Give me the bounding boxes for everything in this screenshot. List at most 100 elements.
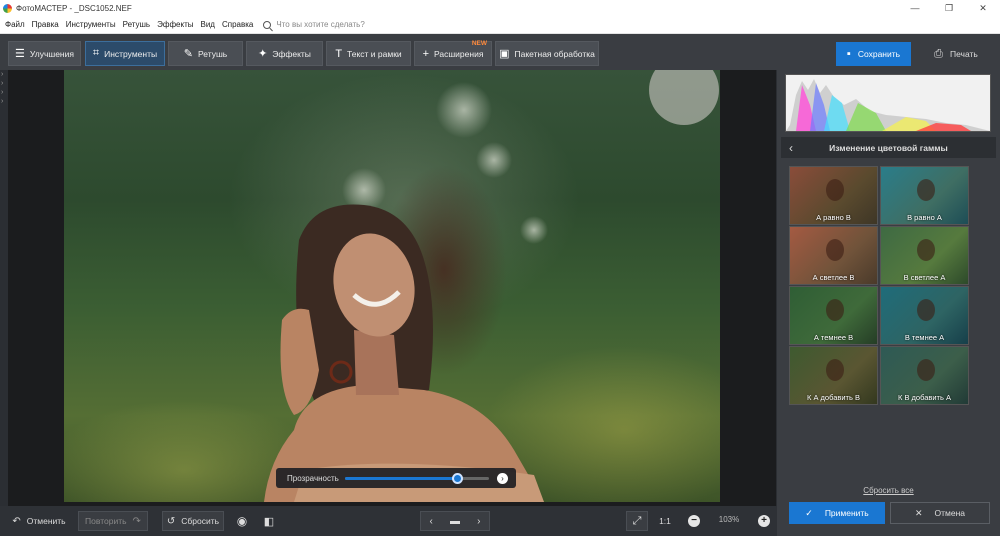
menu-retouch[interactable]: Ретушь — [123, 20, 151, 29]
opacity-label: Прозрачность — [287, 473, 339, 483]
tab-tools[interactable]: ⌗ Инструменты — [85, 41, 165, 66]
brush-icon: ✎ — [183, 48, 193, 60]
preset-b-equals-a[interactable]: В равно А — [880, 166, 969, 225]
zoom-1-1-button[interactable]: 1:1 — [654, 511, 676, 531]
preset-a-equals-b[interactable]: А равно В — [789, 166, 878, 225]
tab-label: Пакетная обработка — [514, 48, 595, 59]
tab-batch-processing[interactable]: ▣ Пакетная обработка — [495, 41, 599, 66]
reset-button[interactable]: ↺ Сбросить — [162, 511, 224, 531]
cancel-button[interactable]: ✕ Отмена — [890, 502, 990, 524]
left-collapse-strip: › › › › — [0, 70, 8, 506]
redo-button[interactable]: Повторить ↷ — [78, 511, 148, 531]
close-icon: ✕ — [914, 507, 923, 518]
tab-extensions[interactable]: + Расширения NEW — [414, 40, 492, 66]
preset-thumbnail — [917, 179, 935, 201]
tab-retouch[interactable]: ✎ Ретушь — [168, 41, 243, 66]
image-navigation: ‹ ▬ › — [420, 511, 490, 531]
save-icon: ▪ — [846, 48, 851, 60]
expand-arrow-icon[interactable]: › — [0, 97, 8, 106]
menu-help[interactable]: Справка — [222, 20, 253, 29]
preset-b-lighter-a[interactable]: В светлее А — [880, 226, 969, 285]
window-controls: — ❐ ✕ — [898, 0, 1000, 16]
tab-label: Ретушь — [197, 48, 228, 59]
panel-title: Изменение цветовой гаммы — [829, 142, 948, 153]
tab-label: Инструменты — [104, 48, 158, 59]
confirm-arrow-icon[interactable]: › — [497, 472, 508, 484]
folder-icon[interactable]: ▬ — [450, 516, 460, 527]
opacity-control: Прозрачность › — [276, 468, 516, 488]
save-button[interactable]: ▪ Сохранить — [836, 42, 911, 66]
search-placeholder: Что вы хотите сделать? — [276, 20, 365, 29]
close-icon[interactable]: ✕ — [966, 0, 1000, 16]
menu-file[interactable]: Файл — [5, 20, 25, 29]
menu-search[interactable]: Что вы хотите сделать? — [263, 20, 365, 29]
search-icon — [263, 20, 272, 29]
preset-add-b-to-a[interactable]: К А добавить В — [789, 346, 878, 405]
expand-arrow-icon[interactable]: › — [0, 88, 8, 97]
print-button[interactable]: ⎙ Печать — [918, 42, 994, 66]
compare-icon[interactable]: ◧ — [259, 511, 279, 531]
histogram-graph — [786, 79, 990, 131]
eye-icon[interactable]: ◉ — [232, 511, 252, 531]
images-icon: ▣ — [499, 48, 510, 60]
zoom-level: 103% — [718, 515, 740, 524]
printer-icon: ⎙ — [934, 47, 943, 60]
bottom-bar: ↶ Отменить Повторить ↷ ↺ Сбросить ◉ ◧ ‹ … — [0, 506, 777, 536]
previous-icon[interactable]: ‹ — [430, 516, 433, 527]
reset-all-link[interactable]: Сбросить все — [777, 486, 1000, 495]
redo-icon: ↷ — [132, 515, 141, 527]
tab-label: Эффекты — [272, 48, 311, 59]
plus-icon: + — [422, 47, 429, 60]
expand-arrow-icon[interactable]: › — [0, 70, 8, 79]
minimize-icon[interactable]: — — [898, 0, 932, 16]
preset-label: А темнее В — [813, 333, 854, 342]
save-label: Сохранить — [857, 49, 901, 59]
fit-to-screen-icon[interactable]: ⤢ — [626, 511, 648, 531]
menu-edit[interactable]: Правка — [32, 20, 59, 29]
back-arrow-icon[interactable]: ‹ — [781, 141, 801, 155]
title-bar: ФотоМАСТЕР - _DSC1052.NEF — ❐ ✕ — [0, 0, 1000, 16]
histogram — [785, 74, 991, 132]
tab-effects[interactable]: ✦ Эффекты — [246, 41, 323, 66]
preset-label: К В добавить А — [898, 393, 951, 402]
menu-effects[interactable]: Эффекты — [157, 20, 193, 29]
sparkle-icon: ✦ — [258, 48, 268, 60]
preset-label: К А добавить В — [807, 393, 860, 402]
preset-thumbnail — [826, 359, 844, 381]
maximize-icon[interactable]: ❐ — [932, 0, 966, 16]
preset-b-darker-a[interactable]: В темнее А — [880, 286, 969, 345]
menu-view[interactable]: Вид — [200, 20, 214, 29]
next-icon[interactable]: › — [477, 516, 480, 527]
zoom-in-icon[interactable]: + — [758, 515, 770, 527]
opacity-slider-knob[interactable] — [452, 472, 464, 484]
preset-thumbnail — [917, 299, 935, 321]
panel-header: ‹ Изменение цветовой гаммы — [781, 137, 996, 158]
preset-add-a-to-b[interactable]: К В добавить А — [880, 346, 969, 405]
preset-thumbnail — [826, 179, 844, 201]
cancel-label: Отмена — [934, 508, 966, 518]
tab-enhancements[interactable]: ☰ Улучшения — [8, 41, 81, 66]
photo-preview[interactable] — [64, 70, 720, 502]
preset-thumbnail — [826, 299, 844, 321]
tab-label: Расширения — [434, 48, 484, 59]
preset-label: В темнее А — [904, 333, 945, 342]
preset-label: В равно А — [907, 213, 942, 222]
right-panel: ‹ Изменение цветовой гаммы А равно В В р… — [777, 70, 1000, 536]
zoom-out-icon[interactable]: − — [688, 515, 700, 527]
preset-label: А равно В — [816, 213, 851, 222]
opacity-slider[interactable] — [345, 472, 489, 484]
photo-subject — [264, 70, 719, 502]
tab-text-frames[interactable]: T Текст и рамки — [326, 41, 411, 66]
preset-a-lighter-b[interactable]: А светлее В — [789, 226, 878, 285]
menu-bar: Файл Правка Инструменты Ретушь Эффекты В… — [0, 16, 1000, 34]
text-icon: T — [335, 47, 343, 60]
preset-a-darker-b[interactable]: А темнее В — [789, 286, 878, 345]
canvas-area: Прозрачность › — [8, 70, 776, 506]
expand-arrow-icon[interactable]: › — [0, 79, 8, 88]
undo-button[interactable]: ↶ Отменить — [8, 511, 70, 531]
app-logo-icon — [3, 3, 12, 13]
apply-label: Применить — [824, 508, 869, 518]
apply-button[interactable]: ✓ Применить — [789, 502, 885, 524]
menu-tools[interactable]: Инструменты — [66, 20, 116, 29]
print-label: Печать — [949, 49, 978, 59]
